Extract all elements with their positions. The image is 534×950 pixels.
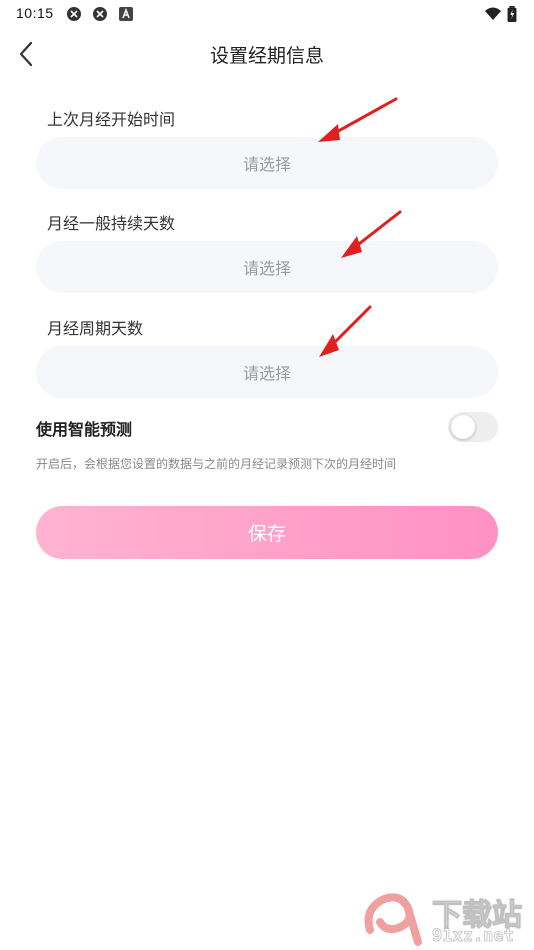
cycle-length-label: 月经周期天数 <box>47 319 144 338</box>
a-icon <box>119 7 133 21</box>
header: 设置经期信息 <box>0 30 534 78</box>
watermark: 下载站 91xz.net <box>360 890 530 948</box>
toggle-knob <box>451 415 475 439</box>
site-logo-icon <box>364 893 422 946</box>
page-title: 设置经期信息 <box>209 45 324 67</box>
battery-icon <box>507 6 517 22</box>
cycle-length-select[interactable]: 请选择 <box>36 346 498 398</box>
watermark-bottom-text: 91xz.net <box>432 926 515 947</box>
status-time: 10:15 <box>16 5 54 21</box>
last-period-start-label: 上次月经开始时间 <box>47 110 176 129</box>
smart-prediction-hint: 开启后，会根据您设置的数据与之前的月经记录预测下次的月经时间 <box>36 457 397 471</box>
last-period-start-select[interactable]: 请选择 <box>36 137 498 189</box>
period-duration-select[interactable]: 请选择 <box>36 241 498 293</box>
save-button[interactable]: 保存 <box>36 506 498 559</box>
smart-prediction-label: 使用智能预测 <box>36 420 133 439</box>
arrow-icon <box>318 97 398 142</box>
wifi-icon <box>485 7 501 20</box>
status-bar: 10:15 <box>0 0 534 28</box>
period-duration-label: 月经一般持续天数 <box>47 214 176 233</box>
sync-icon <box>93 7 107 21</box>
smart-prediction-toggle[interactable] <box>448 412 498 442</box>
sync-icon <box>67 7 81 21</box>
